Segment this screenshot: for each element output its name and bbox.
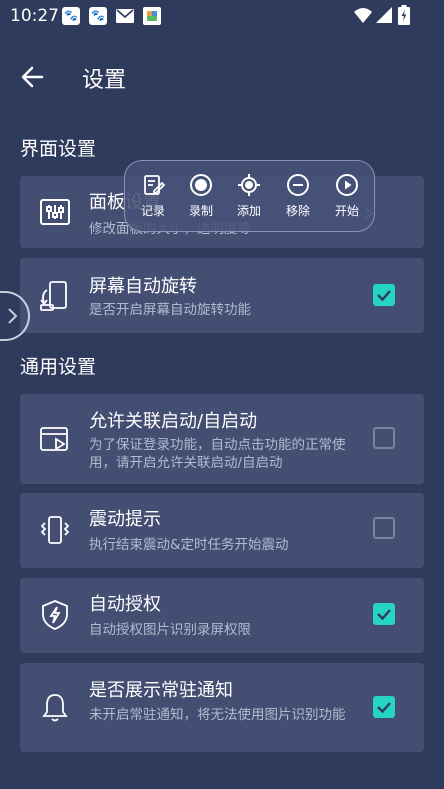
- tool-add[interactable]: 添加: [227, 173, 271, 219]
- tool-record[interactable]: 录制: [179, 173, 223, 219]
- status-bar: 10:27 🐾 🐾: [0, 0, 444, 32]
- setting-notification[interactable]: 是否展示常驻通知 未开启常驻通知，将无法使用图片识别功能: [20, 663, 424, 752]
- setting-authorize-title: 自动授权: [89, 594, 161, 615]
- setting-rotation-checkbox[interactable]: [373, 284, 395, 306]
- tool-remove-label: 移除: [285, 204, 310, 218]
- paw-icon: 🐾: [89, 7, 107, 25]
- tool-record-label: 录制: [188, 204, 213, 218]
- mail-icon: [116, 8, 134, 23]
- tool-start[interactable]: 开始: [325, 173, 369, 219]
- setting-authorize-checkbox[interactable]: [373, 603, 395, 625]
- floating-toolbar: 记录 录制 添加 移除 开始: [124, 160, 375, 232]
- tool-add-label: 添加: [236, 204, 261, 218]
- autostart-icon: [38, 422, 72, 456]
- screen-rotate-icon: [38, 278, 72, 312]
- chevron-right-icon: [4, 306, 22, 326]
- setting-notification-checkbox[interactable]: [373, 696, 395, 718]
- setting-autostart[interactable]: 允许关联启动/自启动 为了保证登录功能，自动点击功能的正常使用，请开启允许关联启…: [20, 394, 424, 484]
- play-circle-icon: [335, 173, 359, 197]
- setting-autostart-title: 允许关联启动/自启动: [89, 411, 258, 432]
- record-icon: [189, 173, 213, 197]
- back-arrow-icon[interactable]: [18, 62, 48, 92]
- edit-note-icon: [141, 173, 166, 197]
- shield-bolt-icon: [38, 598, 72, 632]
- section-title-interface: 界面设置: [20, 138, 97, 160]
- page-title: 设置: [82, 68, 127, 93]
- setting-autostart-subtitle: 为了保证登录功能，自动点击功能的正常使用，请开启允许关联启动/自启动: [89, 437, 346, 471]
- crosshair-icon: [237, 173, 261, 197]
- setting-rotation[interactable]: 屏幕自动旋转 是否开启屏幕自动旋转功能: [20, 258, 424, 333]
- setting-autostart-checkbox[interactable]: [373, 427, 395, 449]
- setting-vibrate[interactable]: 震动提示 执行结束震动&定时任务开始震动: [20, 493, 424, 568]
- setting-vibrate-checkbox[interactable]: [373, 517, 395, 539]
- wifi-icon: [354, 7, 372, 23]
- setting-notification-title: 是否展示常驻通知: [89, 680, 233, 701]
- paw-icon: 🐾: [62, 7, 80, 25]
- app-icon: [143, 7, 161, 25]
- setting-rotation-title: 屏幕自动旋转: [89, 276, 197, 297]
- tool-record-log[interactable]: 记录: [131, 173, 175, 219]
- sliders-icon: [38, 195, 72, 229]
- section-title-general: 通用设置: [20, 356, 97, 378]
- bell-icon: [38, 690, 72, 724]
- setting-vibrate-title: 震动提示: [89, 509, 161, 530]
- setting-authorize[interactable]: 自动授权 自动授权图片识别录屏权限: [20, 578, 424, 653]
- setting-rotation-subtitle: 是否开启屏幕自动旋转功能: [89, 302, 251, 318]
- status-time: 10:27: [10, 6, 59, 26]
- tool-record-log-label: 记录: [140, 204, 165, 218]
- vibrate-icon: [38, 513, 72, 547]
- tool-remove[interactable]: 移除: [276, 173, 320, 219]
- setting-authorize-subtitle: 自动授权图片识别录屏权限: [89, 622, 251, 638]
- battery-icon: [398, 5, 410, 25]
- minus-circle-icon: [286, 173, 310, 197]
- tool-start-label: 开始: [334, 204, 359, 218]
- setting-notification-subtitle: 未开启常驻通知，将无法使用图片识别功能: [89, 707, 346, 723]
- app-bar: 设置: [0, 48, 444, 104]
- setting-vibrate-subtitle: 执行结束震动&定时任务开始震动: [89, 537, 289, 553]
- signal-icon: [376, 7, 392, 23]
